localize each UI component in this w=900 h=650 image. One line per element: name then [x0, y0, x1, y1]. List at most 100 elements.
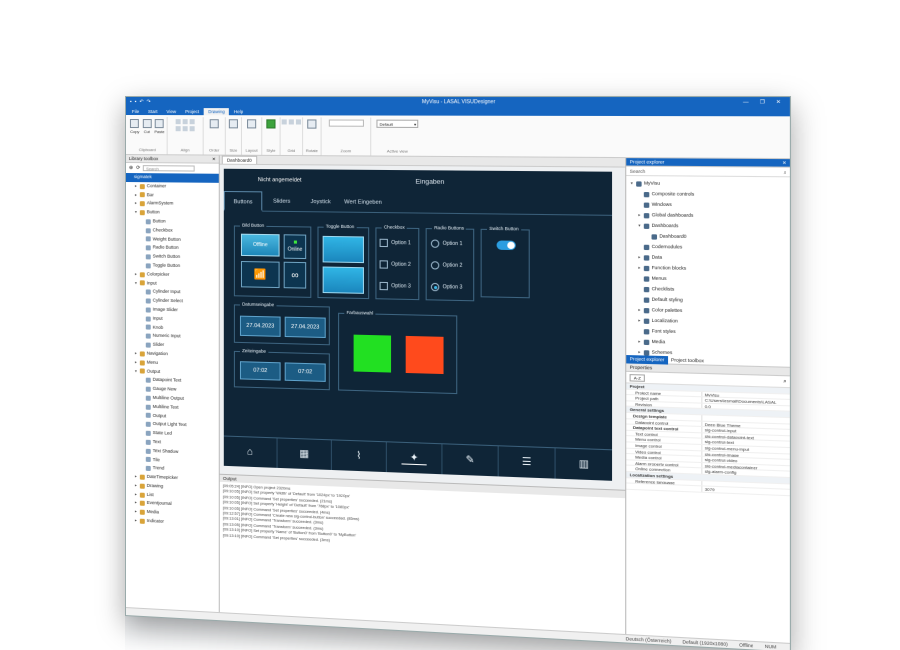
properties-sort-button[interactable]: A-Z	[629, 373, 645, 382]
expand-arrow-icon[interactable]: ▸	[134, 472, 138, 481]
online-button[interactable]: Online	[283, 234, 307, 260]
expand-arrow-icon[interactable]: ▾	[134, 367, 138, 376]
expand-arrow-icon[interactable]: ▾	[134, 279, 138, 288]
menu-project[interactable]: Project	[181, 108, 203, 115]
date-input-1[interactable]: 27.04.2023	[240, 315, 281, 337]
expand-arrow-icon[interactable]: ▸	[637, 210, 641, 221]
paste-button[interactable]: Paste	[154, 119, 164, 134]
expand-arrow-icon[interactable]: ▸	[637, 263, 641, 274]
nav-list-button[interactable]: ☰	[498, 446, 556, 479]
menu-view[interactable]: View	[162, 108, 180, 115]
expand-arrow-icon[interactable]: ▸	[637, 336, 641, 347]
nav-building-button[interactable]: ▥	[556, 448, 612, 481]
size-button[interactable]	[228, 119, 238, 129]
cut-icon	[142, 119, 152, 129]
library-search-input[interactable]: Search	[143, 164, 196, 172]
redo-icon[interactable]: ↷	[147, 99, 151, 105]
list-icon: ☰	[521, 456, 532, 469]
ribbon-group-rotate: Rotate	[303, 117, 322, 156]
close-button[interactable]: ✕	[776, 99, 781, 105]
order-button[interactable]	[209, 119, 219, 129]
expand-arrow-icon[interactable]: ▸	[134, 508, 138, 517]
nav-settings-button[interactable]: ✦	[386, 442, 443, 475]
color-swatch-green[interactable]	[353, 334, 392, 373]
wifi-button[interactable]: 📶	[241, 260, 280, 289]
nav-edit-button[interactable]: ✎	[442, 444, 499, 477]
rotate-button[interactable]	[307, 119, 317, 129]
settings-sparkle-icon: ✦	[409, 452, 419, 465]
switch-toggle[interactable]	[496, 240, 516, 251]
cut-button[interactable]: Cut	[142, 119, 152, 134]
menu-help[interactable]: Help	[230, 108, 247, 115]
align-buttons[interactable]	[175, 119, 195, 132]
expand-arrow-icon[interactable]: ▸	[134, 490, 138, 499]
save-icon[interactable]: ▪	[135, 99, 137, 105]
time-input-2[interactable]: 07:02	[284, 362, 326, 382]
expand-arrow-icon[interactable]: ▸	[637, 315, 641, 326]
style-button[interactable]	[266, 119, 276, 129]
expand-arrow-icon[interactable]: ▸	[637, 305, 641, 316]
grid-buttons[interactable]	[281, 119, 302, 125]
refresh-icon[interactable]: ⟳	[136, 165, 140, 171]
explorer-item-label: Codemodules	[651, 243, 683, 250]
time-input-1[interactable]: 07:02	[240, 361, 281, 381]
tab-dashboard0[interactable]: Dashboard0	[221, 155, 257, 164]
radio-option-1[interactable]: Option 1	[430, 239, 463, 248]
hmi-user-status[interactable]: Nicht angemeldet	[224, 177, 336, 184]
hmi-tab-wert-eingeben[interactable]: Wert Eingeben	[340, 192, 386, 212]
hmi-tab-buttons[interactable]: Buttons	[223, 190, 263, 212]
expand-arrow-icon[interactable]: ▸	[134, 481, 138, 490]
hmi-tab-sliders[interactable]: Sliders	[262, 191, 301, 211]
folder-icon	[139, 271, 145, 278]
menu-start[interactable]: Start	[144, 108, 161, 115]
checkbox-option-2[interactable]: Option 2	[379, 260, 411, 269]
radio-option-2[interactable]: Option 2	[430, 261, 463, 270]
expand-arrow-icon[interactable]: ▾	[637, 220, 641, 231]
search-icon[interactable]: ⌕	[783, 378, 786, 385]
menu-drawing[interactable]: Drawing	[204, 108, 229, 116]
expand-arrow-icon[interactable]: ▸	[134, 270, 138, 279]
nav-chart-button[interactable]: ⌇	[331, 440, 387, 473]
expand-arrow-icon[interactable]: ▸	[637, 252, 641, 263]
expand-arrow-icon[interactable]: ▸	[134, 191, 138, 200]
expand-arrow-icon[interactable]: ▸	[134, 499, 138, 508]
color-swatch-orange[interactable]	[405, 335, 444, 375]
control-icon	[145, 377, 151, 383]
expand-arrow-icon[interactable]: ▸	[134, 516, 138, 525]
expand-arrow-icon[interactable]: ▾	[134, 208, 138, 217]
radio-option-3[interactable]: Option 3	[430, 282, 463, 292]
toggle-button-2[interactable]	[322, 266, 365, 294]
explorer-item-label: Media	[651, 338, 666, 345]
active-view-select[interactable]: Default	[376, 119, 419, 128]
minimize-button[interactable]: —	[743, 99, 749, 105]
tab-project-explorer[interactable]: Project explorer	[626, 354, 668, 365]
tab-project-toolbox[interactable]: Project toolbox	[668, 356, 708, 366]
explorer-item-label: Menus	[651, 275, 667, 282]
copy-button[interactable]: Copy	[130, 119, 139, 134]
status-numlock: NUM	[764, 643, 777, 650]
toggle-button-1[interactable]	[322, 235, 365, 264]
maximize-button[interactable]: ❐	[760, 99, 765, 105]
date-input-2[interactable]: 27.04.2023	[284, 316, 326, 339]
checkbox-option-3[interactable]: Option 3	[379, 281, 411, 291]
zoom-input[interactable]	[328, 119, 364, 127]
menu-file[interactable]: File	[128, 108, 143, 115]
undo-icon[interactable]: ↶	[139, 99, 143, 105]
close-panel-icon[interactable]: ✕	[782, 160, 786, 166]
expand-arrow-icon[interactable]: ▸	[134, 349, 138, 358]
nav-home-button[interactable]: ⌂	[223, 436, 278, 468]
expand-icon[interactable]: ⊕	[129, 165, 133, 171]
expand-arrow-icon[interactable]: ▸	[134, 199, 138, 208]
library-item[interactable]: sigmatek	[125, 173, 219, 183]
offline-button[interactable]: Offline	[241, 233, 280, 257]
expand-arrow-icon[interactable]: ▸	[134, 182, 138, 191]
pin-icon[interactable]: ✕	[212, 156, 216, 162]
link-button[interactable]: ∞	[283, 261, 307, 289]
layout-button[interactable]	[247, 119, 257, 129]
nav-calculator-button[interactable]: ▦	[277, 438, 332, 470]
checkbox-option-1[interactable]: Option 1	[379, 238, 411, 248]
expand-arrow-icon[interactable]: ▾	[630, 178, 634, 189]
expand-arrow-icon[interactable]: ▸	[134, 358, 138, 367]
radio-circle	[430, 261, 440, 270]
hmi-tab-joystick[interactable]: Joystick	[301, 192, 340, 212]
